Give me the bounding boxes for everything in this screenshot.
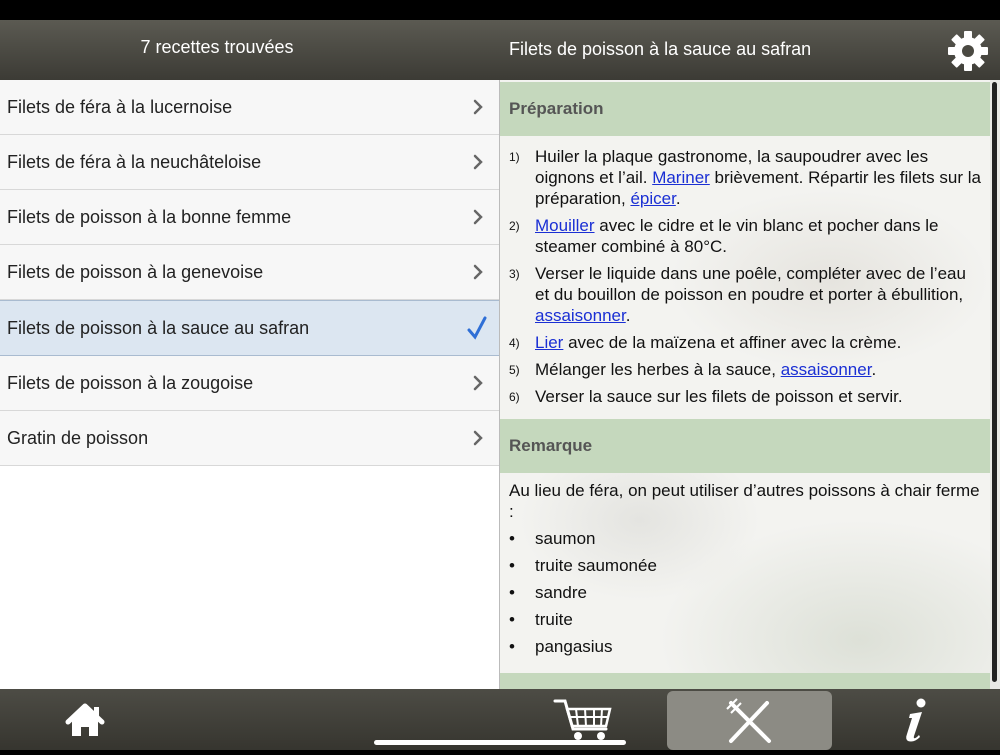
header-bar: 7 recettes trouvées Filets de poisson à … (0, 20, 1000, 80)
recipe-label: Filets de féra à la neuchâteloise (7, 152, 262, 172)
recipe-label: Filets de poisson à la bonne femme (7, 207, 292, 227)
step-text: . (675, 189, 681, 208)
bullet-icon: • (509, 610, 515, 629)
step-text: avec le cidre et le vin blanc et pocher … (535, 216, 939, 256)
bullet-icon: • (509, 583, 515, 602)
chevron-right-icon (473, 99, 483, 115)
preparation-step: 1) Huiler la plaque gastronome, la saupou… (500, 146, 990, 209)
preparation-step: 3) Verser le liquide dans une poêle, comp… (500, 263, 990, 326)
checkmark-icon (467, 316, 487, 340)
recipe-label: Filets de poisson à la sauce au safran (7, 318, 310, 338)
glossary-link[interactable]: Lier (535, 333, 563, 352)
recipe-label: Filets de poisson à la zougoise (7, 373, 254, 393)
chevron-right-icon (473, 430, 483, 446)
tab-info[interactable] (870, 689, 960, 750)
bullet-icon: • (509, 637, 515, 656)
chevron-right-icon (473, 375, 483, 391)
chevron-right-icon (473, 154, 483, 170)
step-text: Verser le liquide dans une poêle, complé… (535, 264, 966, 304)
results-count: 7 recettes trouvées (140, 37, 294, 57)
remark-item-text: truite (535, 610, 573, 629)
step-number: 2) (509, 219, 520, 233)
fork-knife-icon (726, 698, 771, 743)
recipe-list-item[interactable]: Gratin de poisson (0, 411, 499, 466)
step-number: 6) (509, 390, 520, 404)
recipe-label: Filets de féra à la lucernoise (7, 97, 233, 117)
bullet-icon: • (509, 529, 515, 548)
detail-scrollbar[interactable] (990, 80, 1000, 689)
step-text: avec de la maïzena et affiner avec la cr… (563, 333, 902, 352)
remark-list-item: • truite (500, 609, 990, 630)
remark-list-item: • saumon (500, 528, 990, 549)
remark-list-item: • sandre (500, 582, 990, 603)
remark-list-item: • pangasius (500, 636, 990, 657)
recipe-list-item[interactable]: Filets de féra à la lucernoise (0, 80, 499, 135)
step-number: 3) (509, 267, 520, 281)
remark-text: Au lieu de féra, on peut utiliser d’autr… (509, 481, 980, 521)
recipe-list-item[interactable]: Filets de féra à la neuchâteloise (0, 135, 499, 190)
info-icon (906, 698, 926, 742)
preparation-steps: 1) Huiler la plaque gastronome, la saupou… (500, 146, 990, 413)
chevron-right-icon (473, 209, 483, 225)
recipe-label: Gratin de poisson (7, 428, 149, 448)
step-text: . (871, 360, 877, 379)
step-number: 1) (509, 150, 520, 164)
recipe-list-item[interactable]: Filets de poisson à la sauce au safran (0, 300, 499, 356)
glossary-link[interactable]: Mouiller (535, 216, 595, 235)
step-text: Verser la sauce sur les filets de poisso… (535, 387, 903, 406)
recipe-list-item[interactable]: Filets de poisson à la bonne femme (0, 190, 499, 245)
preparation-step: 2) Mouiller avec le cidre et le vin blanc… (500, 215, 990, 257)
step-number: 5) (509, 363, 520, 377)
next-section-heading (500, 673, 990, 689)
glossary-link[interactable]: Mariner (652, 168, 710, 187)
remark-item-text: saumon (535, 529, 596, 548)
tab-home[interactable] (40, 689, 130, 750)
chevron-right-icon (473, 264, 483, 280)
glossary-link[interactable]: assaisonner (535, 306, 626, 325)
preparation-step: 5) Mélanger les herbes à la sauce, assais… (500, 359, 990, 380)
preparation-step: 6) Verser la sauce sur les filets de pois… (500, 386, 990, 407)
recipe-label: Filets de poisson à la genevoise (7, 262, 264, 282)
remark-list-item: • truite saumonée (500, 555, 990, 576)
scrollbar-thumb[interactable] (992, 82, 997, 682)
remark-body: Au lieu de féra, on peut utiliser d’autr… (500, 480, 990, 657)
recipe-title: Filets de poisson à la sauce au safran (509, 39, 812, 59)
recipe-list: Filets de féra à la lucernoise Filets de … (0, 80, 500, 689)
glossary-link[interactable]: épicer (630, 189, 675, 208)
step-number: 4) (509, 336, 520, 350)
step-text: . (625, 306, 631, 325)
remark-item-text: truite saumonée (535, 556, 657, 575)
recipe-detail: Préparation 1) Huiler la plaque gastronom… (500, 80, 990, 689)
bullet-icon: • (509, 556, 515, 575)
step-text: Mélanger les herbes à la sauce, (535, 360, 781, 379)
status-bar (0, 0, 1000, 20)
tab-recipes[interactable] (667, 691, 832, 750)
remark-heading: Remarque (500, 419, 990, 473)
home-icon (65, 703, 105, 736)
remark-item-text: sandre (535, 583, 587, 602)
glossary-link[interactable]: assaisonner (781, 360, 872, 379)
home-indicator (374, 740, 626, 745)
recipe-list-item[interactable]: Filets de poisson à la genevoise (0, 245, 499, 300)
preparation-heading: Préparation (500, 82, 990, 136)
remark-item-text: pangasius (535, 637, 613, 656)
recipe-list-item[interactable]: Filets de poisson à la zougoise (0, 356, 499, 411)
gear-icon[interactable] (946, 29, 990, 73)
preparation-step: 4) Lier avec de la maïzena et affiner ave… (500, 332, 990, 353)
